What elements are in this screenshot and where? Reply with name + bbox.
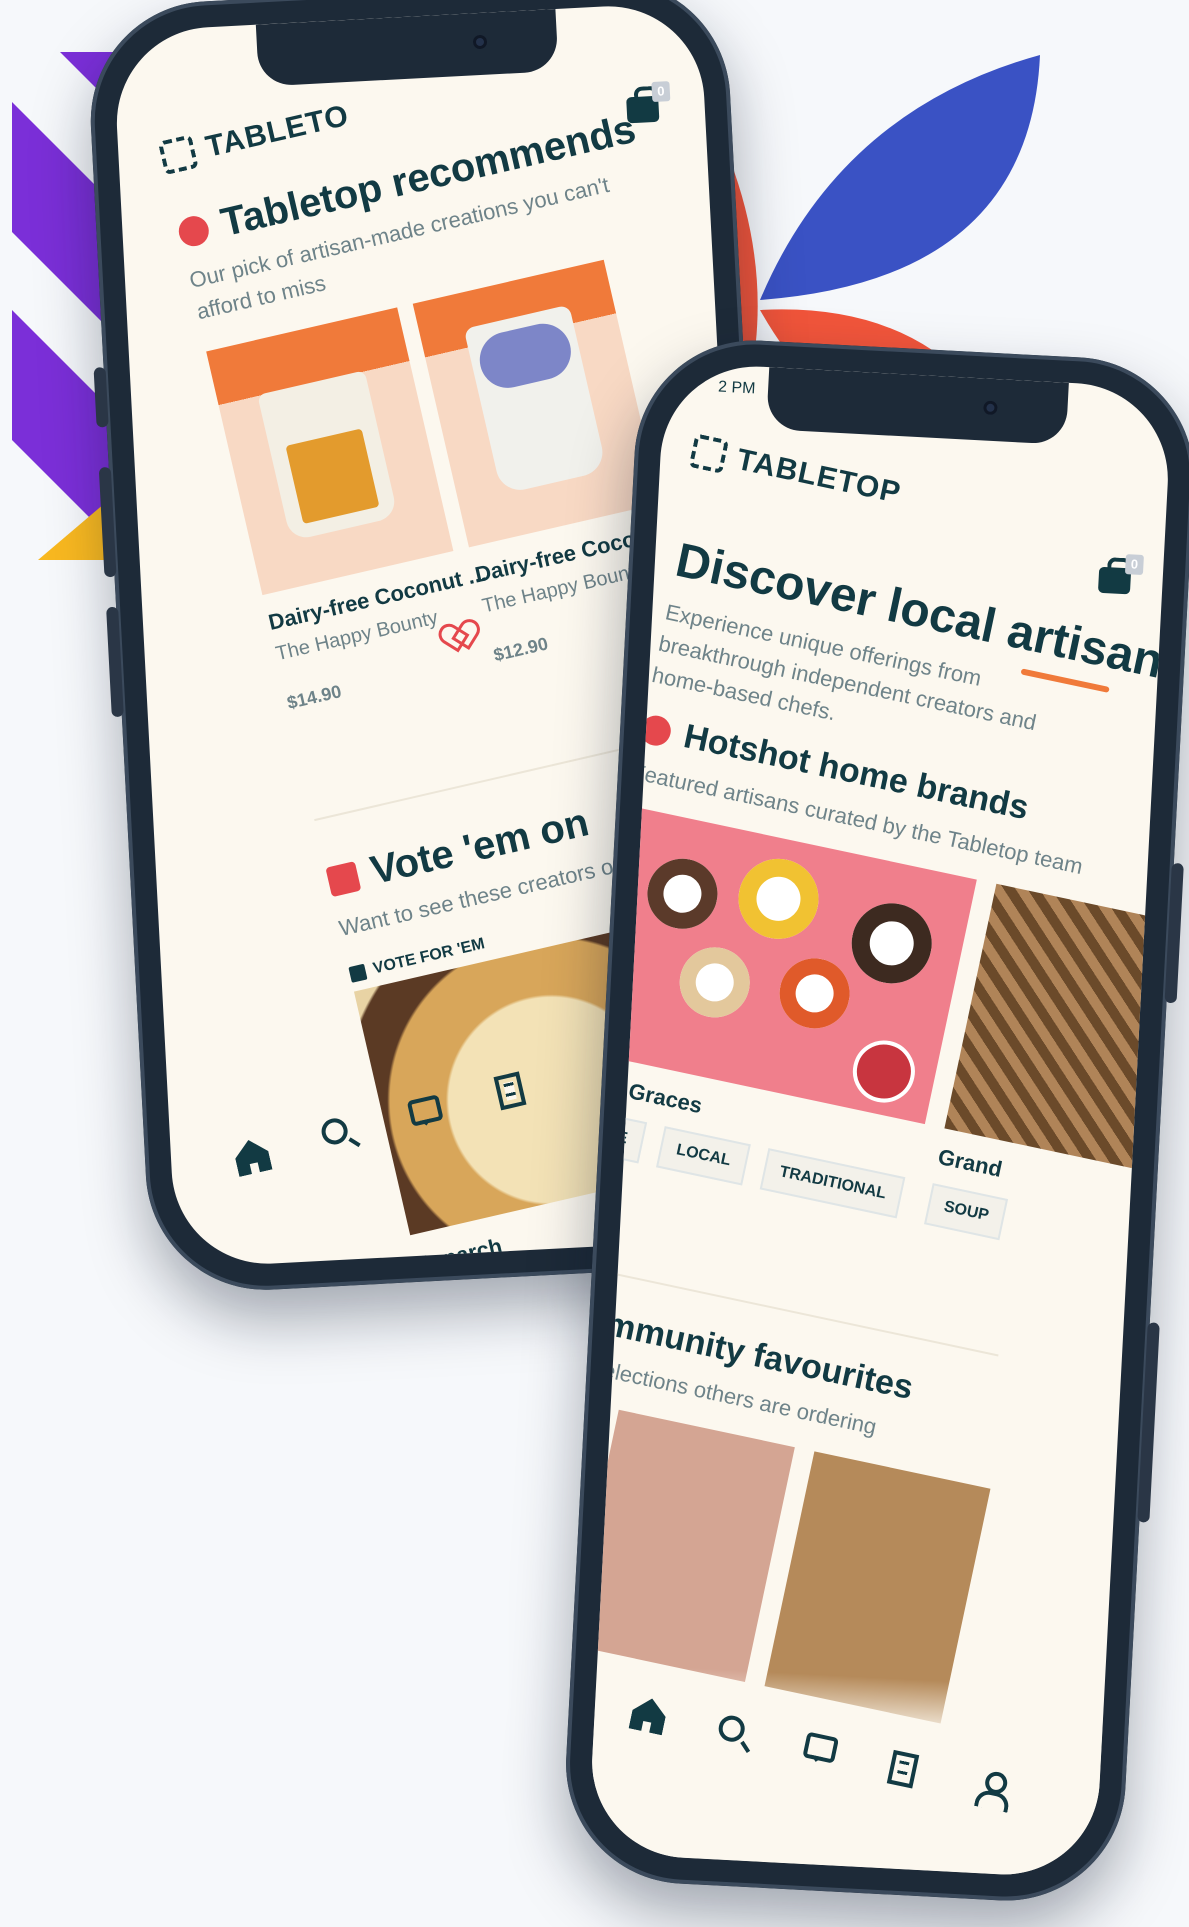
dish-icon (175, 212, 212, 249)
brand-name: TABLETOP (733, 442, 904, 510)
search-icon[interactable] (716, 1713, 748, 1745)
tag-chip[interactable]: LOCAL (656, 1126, 751, 1186)
brand-name: TABLETO (202, 98, 353, 164)
product-image (412, 259, 660, 548)
notch (766, 367, 1069, 445)
cart-count-badge: 0 (651, 81, 671, 103)
cart-count-badge: 0 (1124, 554, 1144, 576)
status-time: 2 PM (717, 378, 756, 398)
home-icon[interactable] (629, 1695, 669, 1735)
brand-image (587, 804, 977, 1125)
community-card[interactable] (587, 1380, 600, 1641)
community-card[interactable] (587, 1409, 795, 1682)
cart-button[interactable]: 0 (623, 81, 671, 127)
tabletop-logo-icon (157, 134, 199, 176)
user-icon[interactable] (973, 1768, 1009, 1807)
right-phone-screen: 2 PM TABLETOP 0 Discover local artisans.… (587, 361, 1173, 1880)
brand-image (944, 883, 1173, 1170)
right-phone: 2 PM TABLETOP 0 Discover local artisans.… (559, 334, 1189, 1907)
tag-chip[interactable]: SOUP (924, 1183, 1009, 1241)
home-icon[interactable] (232, 1136, 273, 1177)
brand-avatar (847, 1034, 921, 1109)
message-icon[interactable] (593, 1171, 620, 1198)
brand-card[interactable]: Good Graces SAUCE LOCAL TRADITIONAL (587, 804, 977, 1269)
vote-badge-icon (348, 963, 368, 983)
bottom-nav (587, 1662, 1105, 1880)
flame-icon (638, 712, 674, 748)
product-image (206, 307, 454, 596)
vote-icon (325, 860, 362, 897)
receipt-icon[interactable] (493, 1071, 527, 1111)
chat-icon[interactable] (802, 1731, 840, 1764)
favorite-heart-icon[interactable] (442, 622, 473, 651)
product-price: $14.90 (285, 681, 344, 713)
cart-button[interactable]: 0 (1096, 553, 1144, 599)
search-icon[interactable] (319, 1115, 351, 1148)
tabletop-logo-icon (688, 433, 729, 474)
chat-icon[interactable] (406, 1094, 444, 1127)
receipt-icon[interactable] (886, 1749, 920, 1789)
